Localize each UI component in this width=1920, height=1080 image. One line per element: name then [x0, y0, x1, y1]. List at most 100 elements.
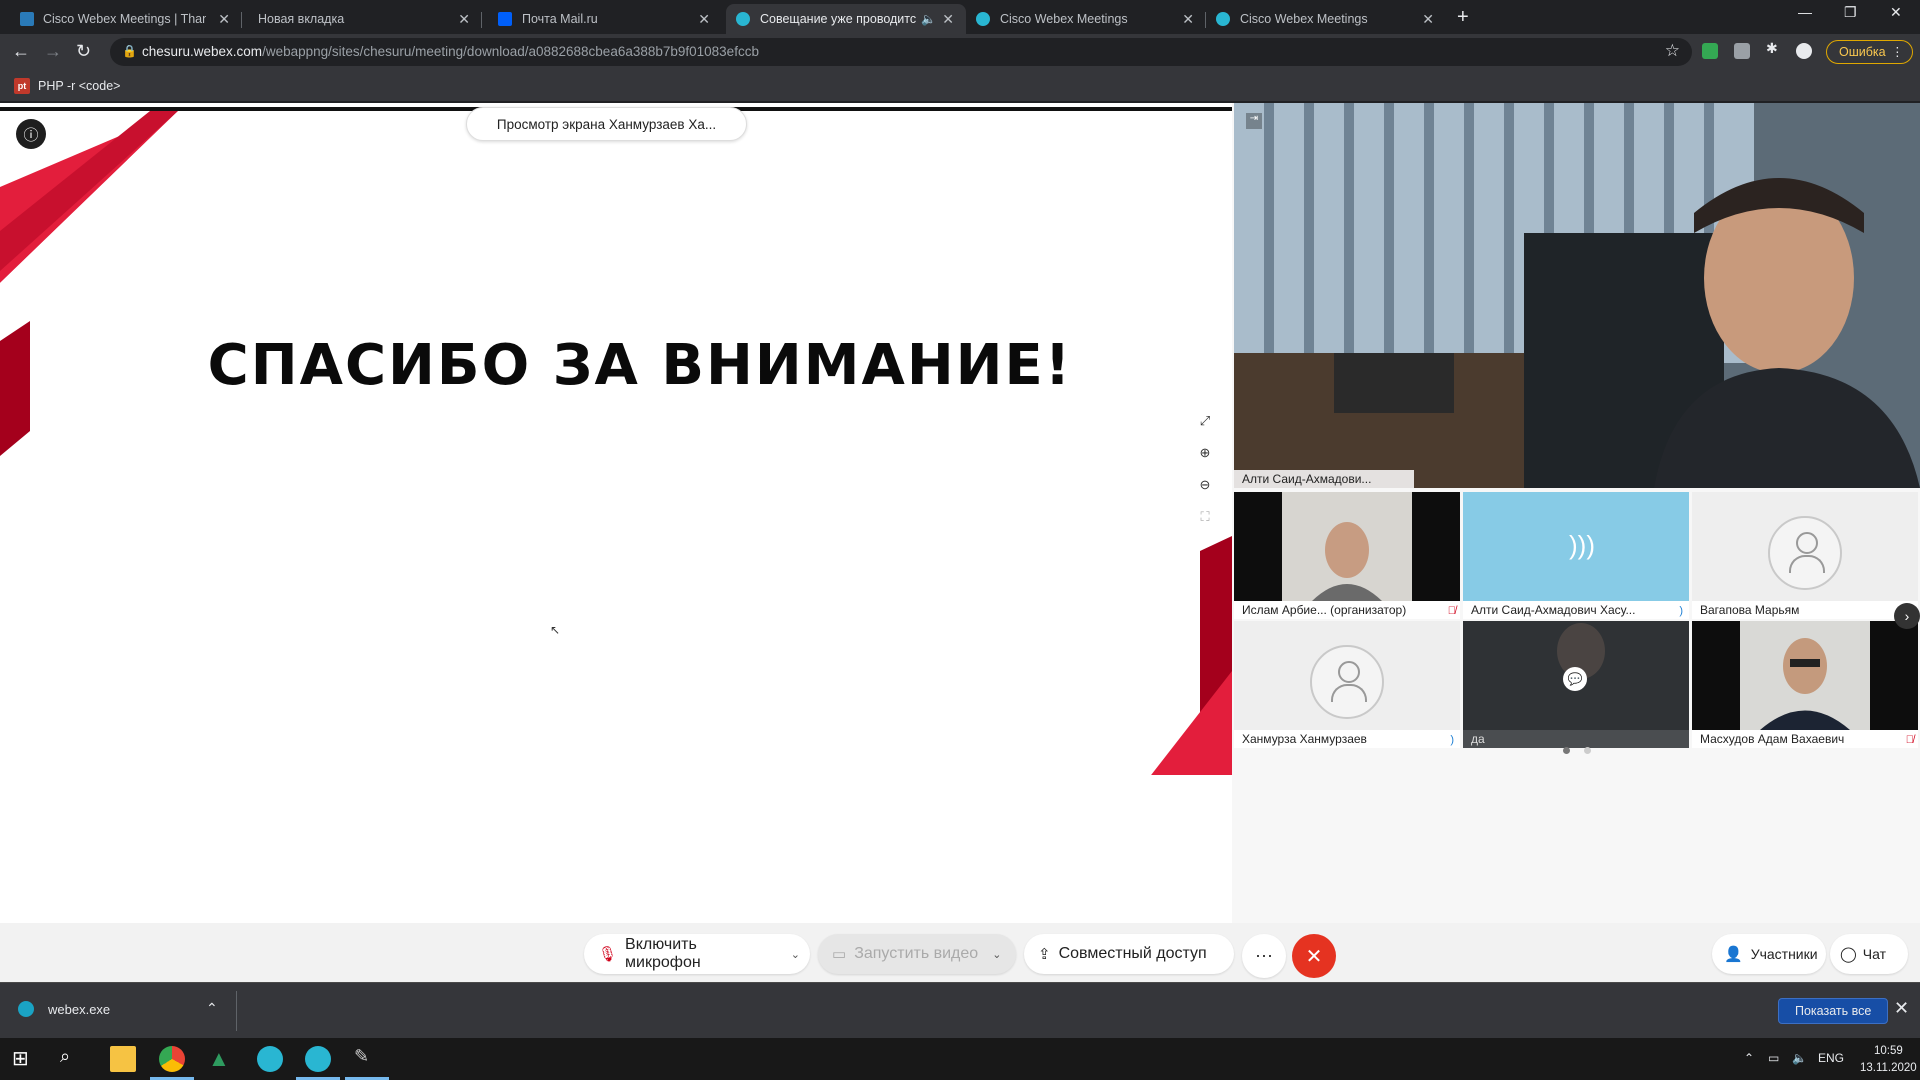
- tab-webex-meetings-2[interactable]: Cisco Webex Meetings ✕: [1206, 4, 1446, 34]
- unmute-button[interactable]: 🎙 Включить микрофон ⌄: [584, 934, 810, 974]
- mail-favicon-icon: [498, 12, 512, 26]
- active-speaker-video[interactable]: Алти Саид-Ахмадови... ⇥: [1234, 103, 1920, 488]
- participant-name: да: [1463, 730, 1689, 748]
- participant-tile[interactable]: Ислам Арбие... (организатор) 🎙̸: [1234, 492, 1460, 619]
- share-button[interactable]: ⇪ Совместный доступ: [1024, 934, 1234, 974]
- participant-tile[interactable]: Вагапова Марьям: [1692, 492, 1918, 619]
- close-icon[interactable]: ✕: [698, 11, 710, 28]
- chat-button[interactable]: ◯ Чат: [1830, 934, 1908, 974]
- new-tab-icon[interactable]: +: [1457, 6, 1469, 29]
- audio-icon: ): [1450, 734, 1454, 746]
- address-bar[interactable]: 🔒 chesuru.webex.com/webappng/sites/chesu…: [110, 38, 1692, 66]
- participants-button[interactable]: 👤 Участники: [1712, 934, 1826, 974]
- windows-start-icon[interactable]: ⊞: [12, 1046, 38, 1072]
- main-video-label: Алти Саид-Ахмадови...: [1234, 470, 1414, 488]
- audio-icon: ): [1679, 605, 1683, 617]
- file-explorer-icon[interactable]: [110, 1046, 136, 1072]
- chat-bubble-icon[interactable]: 💬: [1563, 667, 1587, 691]
- close-icon[interactable]: ✕: [458, 11, 470, 28]
- chat-bubble-icon: ◯: [1840, 946, 1857, 963]
- chevron-down-icon[interactable]: ⌄: [992, 948, 1001, 961]
- page-dot[interactable]: [1584, 747, 1591, 754]
- paint-icon[interactable]: ✎: [354, 1046, 380, 1072]
- more-options-button[interactable]: ⋯: [1242, 934, 1286, 978]
- chrome-icon[interactable]: [159, 1046, 185, 1072]
- clock[interactable]: 10:59 13.11.2020: [1860, 1043, 1917, 1077]
- restore-icon[interactable]: ❐: [1844, 4, 1857, 21]
- avatar-placeholder-icon: [1310, 645, 1384, 719]
- leave-meeting-button[interactable]: ✕: [1292, 934, 1336, 978]
- tab-meeting-active[interactable]: Совещание уже проводитс 🔈 ✕: [726, 4, 966, 34]
- fit-screen-icon[interactable]: ⤢: [1194, 413, 1216, 445]
- speaker-icon[interactable]: 🔈: [921, 12, 936, 26]
- extension-icon[interactable]: [1734, 43, 1750, 59]
- page-dot-active[interactable]: [1563, 747, 1570, 754]
- close-icon[interactable]: ✕: [1894, 998, 1909, 1019]
- error-button[interactable]: Ошибка ⋮: [1826, 40, 1913, 64]
- avatar-placeholder-icon: [1768, 516, 1842, 590]
- zoom-in-icon[interactable]: ⊕: [1194, 445, 1216, 477]
- phpstorm-icon: pt: [14, 78, 30, 94]
- tab-webex-thank-you[interactable]: Cisco Webex Meetings | Thank yo ✕: [0, 4, 242, 34]
- info-icon[interactable]: ⓘ: [16, 119, 46, 149]
- webex-favicon-icon: [736, 12, 750, 26]
- puzzle-icon[interactable]: ✱: [1766, 40, 1782, 56]
- tray-chevron-icon[interactable]: ⌃: [1744, 1051, 1754, 1065]
- tab-new-tab[interactable]: Новая вкладка ✕: [242, 4, 482, 34]
- participant-name: Масхудов Адам Вахаевич: [1692, 730, 1918, 748]
- show-all-button[interactable]: Показать все: [1778, 998, 1889, 1024]
- back-icon[interactable]: ←: [12, 41, 30, 62]
- download-item[interactable]: webex.exe: [18, 1001, 110, 1017]
- app-icon[interactable]: ▲: [208, 1046, 234, 1072]
- volume-icon[interactable]: 🔈: [1792, 1051, 1807, 1065]
- windows-taskbar: ⊞ ⌕ ▲ ✎ ⌃ ▭ 🔈 ENG 10:59 13.11.2020: [0, 1038, 1920, 1080]
- bookmarks-bar: pt PHP -r <code>: [0, 70, 1920, 102]
- participant-tile[interactable]: Масхудов Адам Вахаевич 🎙̸: [1692, 621, 1918, 748]
- viewing-screen-label[interactable]: Просмотр экрана Ханмурзаев Ха...: [466, 107, 747, 141]
- participant-tile[interactable]: Ханмурза Ханмурзаев ): [1234, 621, 1460, 748]
- bookmark-star-icon[interactable]: ☆: [1665, 41, 1680, 61]
- participant-tile[interactable]: ))) Алти Саид-Ахмадович Хасу... ): [1463, 492, 1689, 619]
- reload-icon[interactable]: ↻: [76, 41, 91, 62]
- menu-dots-icon[interactable]: ⋮: [1891, 44, 1904, 59]
- webex-meetings-icon[interactable]: [305, 1046, 331, 1072]
- shield-extension-icon[interactable]: [1702, 43, 1718, 59]
- close-icon[interactable]: ✕: [1422, 11, 1434, 28]
- start-video-button[interactable]: ▭ Запустить видео ⌄: [818, 934, 1016, 974]
- forward-icon[interactable]: →: [44, 41, 62, 62]
- bookmark-php[interactable]: pt PHP -r <code>: [14, 78, 120, 94]
- webex-favicon-icon: [1216, 12, 1230, 26]
- search-icon[interactable]: ⌕: [60, 1046, 86, 1072]
- participant-name: Алти Саид-Ахмадович Хасу...: [1463, 601, 1689, 619]
- tab-strip: Cisco Webex Meetings | Thank yo ✕ Новая …: [0, 0, 1920, 34]
- lock-icon[interactable]: 🔒: [122, 44, 137, 58]
- tab-webex-meetings-1[interactable]: Cisco Webex Meetings ✕: [966, 4, 1206, 34]
- zoom-out-icon[interactable]: ⊖: [1194, 477, 1216, 509]
- chevron-down-icon[interactable]: ⌄: [791, 948, 800, 961]
- collapse-panel-icon[interactable]: ⇥: [1246, 113, 1262, 129]
- next-page-icon[interactable]: ›: [1894, 603, 1920, 629]
- download-separator: [236, 991, 237, 1031]
- participant-video: [1234, 492, 1460, 601]
- minimize-icon[interactable]: —: [1798, 4, 1812, 20]
- close-icon[interactable]: ✕: [218, 11, 230, 28]
- close-window-icon[interactable]: ✕: [1890, 4, 1902, 21]
- share-icon: ⇪: [1038, 946, 1051, 963]
- meeting-controls: 🎙 Включить микрофон ⌄ ▭ Запустить видео …: [0, 923, 1920, 982]
- fullscreen-icon[interactable]: ⛶: [1194, 509, 1216, 541]
- language-indicator[interactable]: ENG: [1818, 1051, 1844, 1065]
- url-text: chesuru.webex.com/webappng/sites/chesuru…: [142, 44, 759, 59]
- mic-muted-icon: 🎙̸: [1905, 734, 1914, 746]
- tab-mail-ru[interactable]: Почта Mail.ru ✕: [482, 4, 722, 34]
- close-icon[interactable]: ✕: [942, 11, 954, 28]
- close-icon[interactable]: ✕: [1182, 11, 1194, 28]
- mouse-cursor-icon: ↖: [550, 623, 561, 637]
- mic-muted-icon: 🎙̸: [1447, 605, 1456, 617]
- shared-slide: СПАСИБО ЗА ВНИМАНИЕ!: [0, 107, 1232, 775]
- video-camera-icon: ▭: [832, 946, 847, 963]
- webex-icon[interactable]: [257, 1046, 283, 1072]
- chevron-up-icon[interactable]: ⌃: [206, 1000, 218, 1017]
- participant-tile[interactable]: 💬 да: [1463, 621, 1689, 748]
- network-icon[interactable]: ▭: [1768, 1051, 1779, 1065]
- profile-avatar-icon[interactable]: [1796, 43, 1812, 59]
